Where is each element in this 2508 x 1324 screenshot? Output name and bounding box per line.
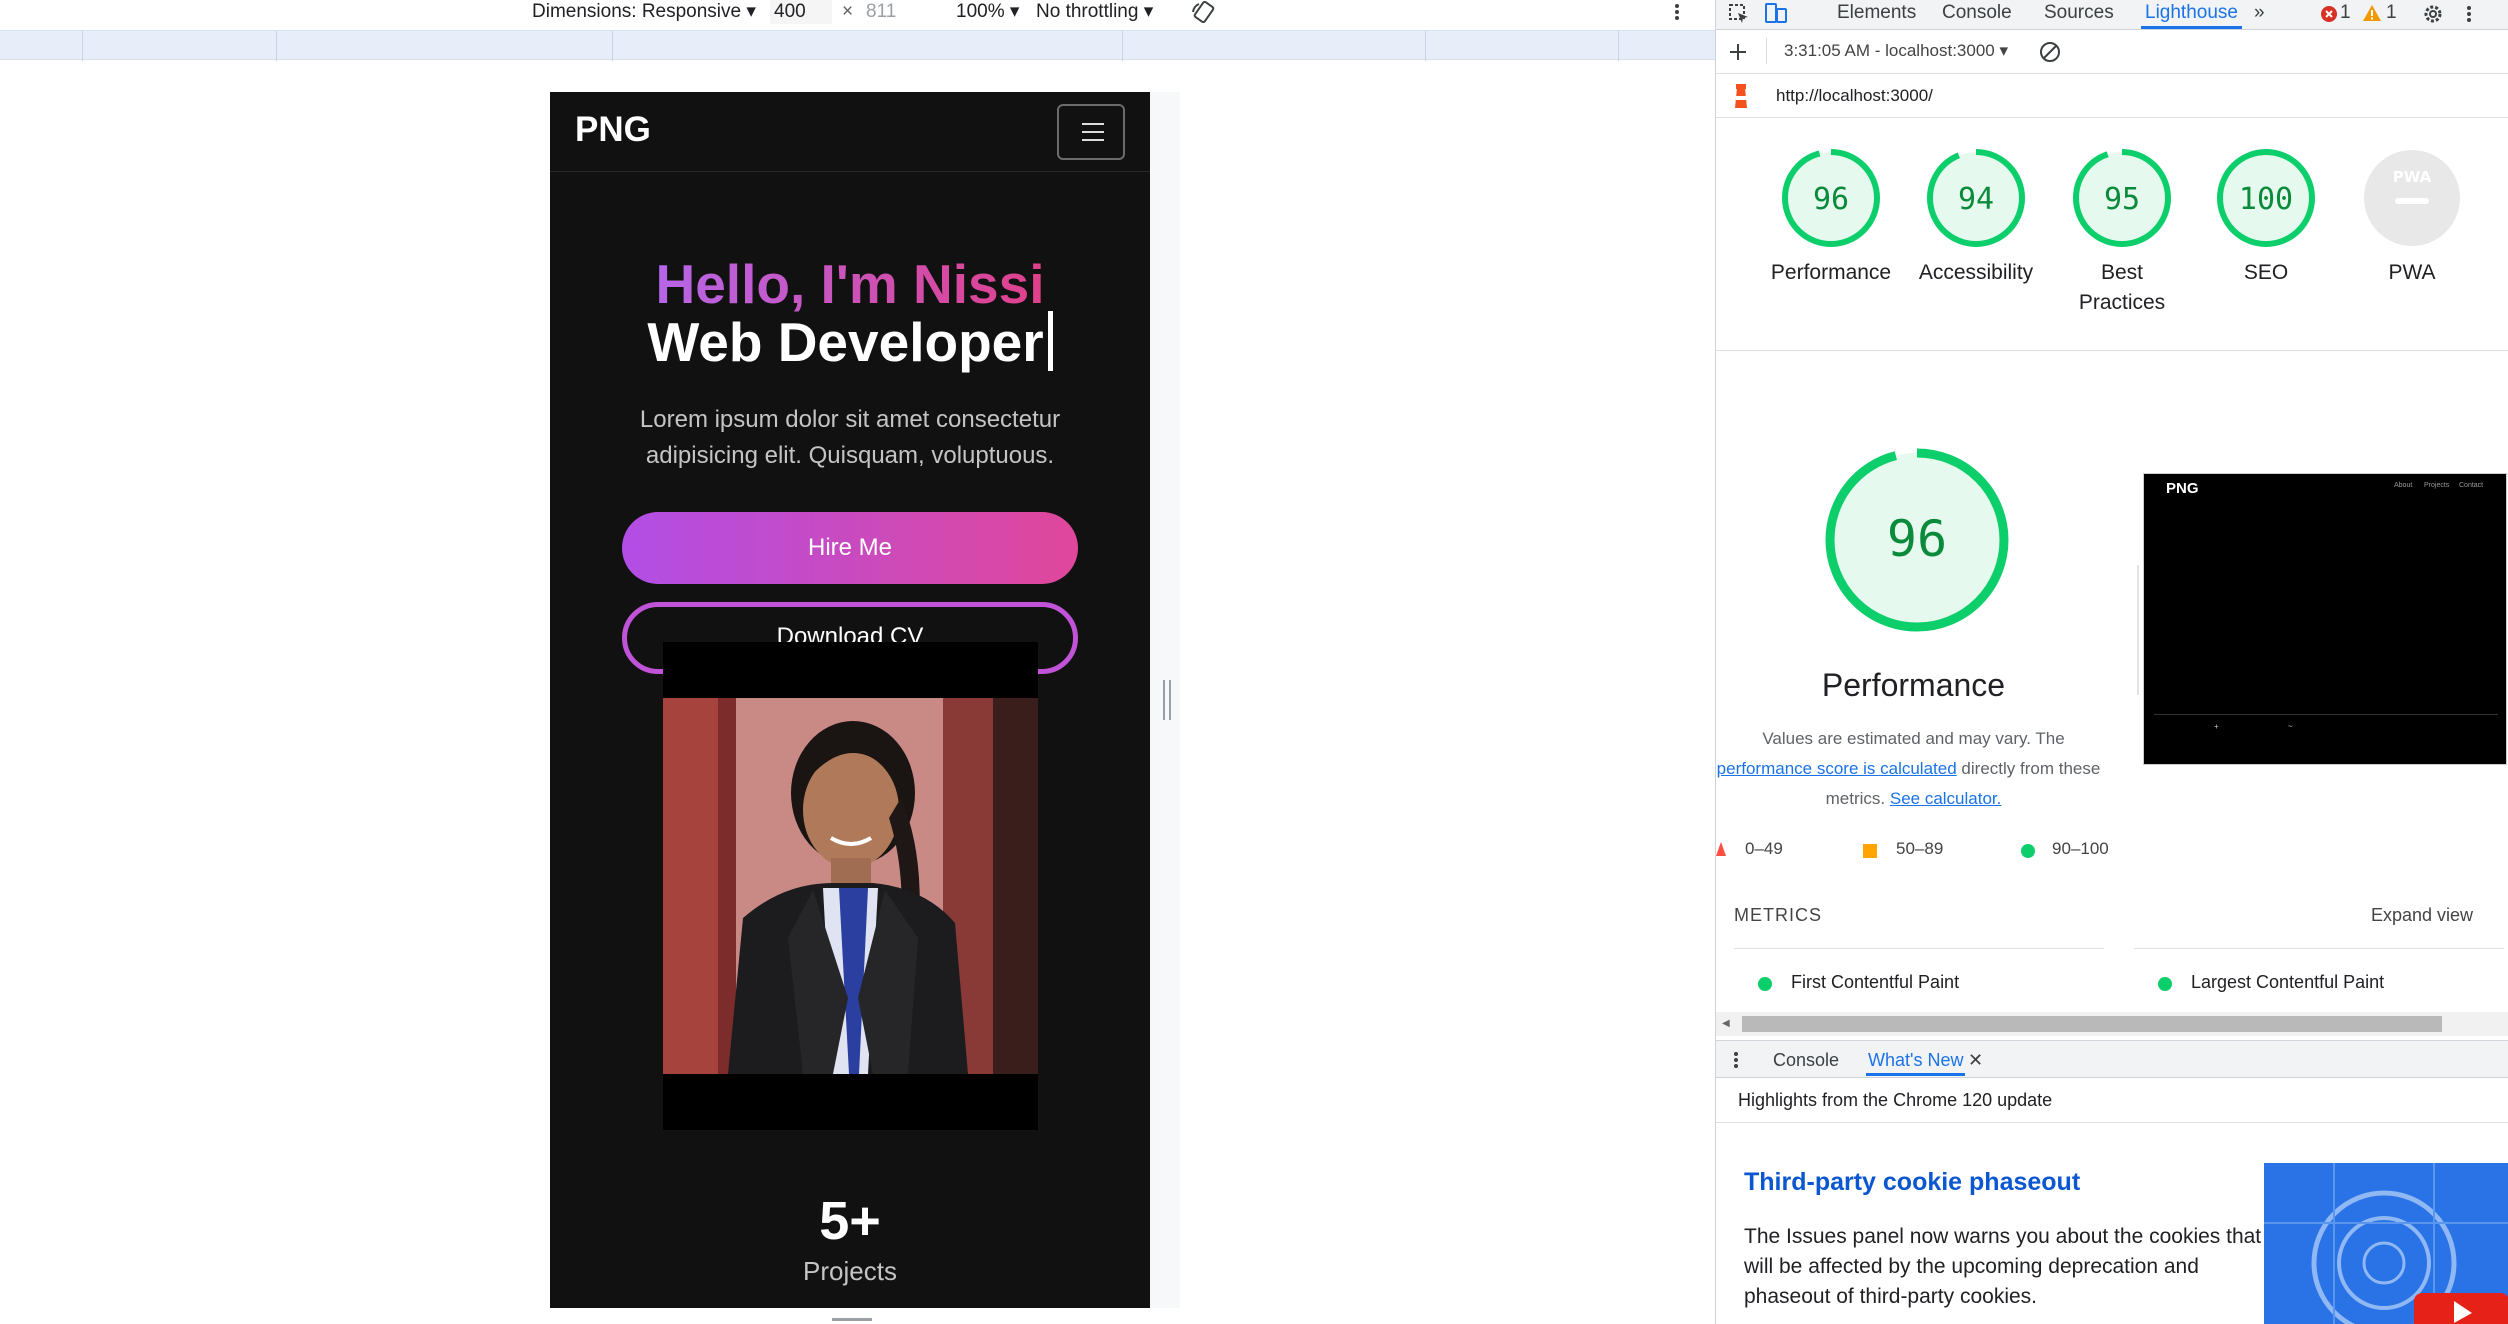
fail-triangle-icon bbox=[1716, 842, 1726, 856]
hero-role: Web Developer bbox=[550, 310, 1150, 374]
svg-text:94: 94 bbox=[1958, 182, 1994, 217]
error-count[interactable]: 1 bbox=[2340, 0, 2351, 26]
see-calculator-link[interactable]: See calculator. bbox=[1890, 789, 2002, 808]
device-toolbar-icon[interactable] bbox=[1764, 3, 1788, 25]
close-tab-icon[interactable]: ✕ bbox=[1968, 1047, 1983, 1073]
tab-console[interactable]: Console bbox=[1942, 0, 2012, 26]
gauge-label-seo: SEO bbox=[2243, 261, 2289, 284]
dimensions-select[interactable]: Dimensions: Responsive ▾ bbox=[532, 0, 756, 24]
more-tabs-icon[interactable]: » bbox=[2254, 0, 2265, 26]
expand-view-toggle[interactable]: Expand view bbox=[2371, 905, 2473, 926]
devtools-menu-icon[interactable] bbox=[2464, 4, 2474, 24]
svg-text:96: 96 bbox=[1887, 510, 1947, 568]
devtools-panel: Elements Console Sources Lighthouse » 1 … bbox=[1715, 0, 2508, 1324]
gauge-seo[interactable]: 100 bbox=[2216, 148, 2316, 248]
error-icon[interactable] bbox=[2320, 5, 2338, 23]
gauge-label-best-practices: Best Practices bbox=[2078, 261, 2166, 314]
drawer-tab-console[interactable]: Console bbox=[1773, 1047, 1839, 1073]
vertical-divider bbox=[2137, 565, 2139, 695]
hero-description: Lorem ipsum dolor sit amet consectetur a… bbox=[639, 406, 1061, 469]
throttling-select[interactable]: No throttling ▾ bbox=[1036, 0, 1153, 24]
gauge-performance[interactable]: 96 bbox=[1781, 148, 1881, 248]
new-report-icon[interactable] bbox=[1728, 42, 1748, 62]
rotate-icon[interactable] bbox=[1190, 0, 1218, 24]
performance-heading: Performance bbox=[1821, 667, 2006, 703]
site-brand[interactable]: PNG bbox=[575, 110, 651, 150]
best-practices-gauge-ring: 95 bbox=[2073, 149, 2171, 247]
profile-photo-frame bbox=[663, 642, 1038, 1130]
devtools-tabbar: Elements Console Sources Lighthouse » 1 … bbox=[1716, 0, 2508, 30]
average-square-icon bbox=[1863, 844, 1877, 858]
performance-large-gauge: 96 bbox=[1822, 445, 2012, 635]
tab-lighthouse[interactable]: Lighthouse bbox=[2141, 0, 2242, 29]
score-calculated-link[interactable]: performance score is calculated bbox=[1717, 759, 1957, 778]
site-navbar: PNG bbox=[550, 92, 1150, 172]
report-url-bar: http://localhost:3000/ bbox=[1716, 74, 2508, 118]
pass-circle-icon bbox=[2021, 844, 2035, 858]
tab-elements[interactable]: Elements bbox=[1837, 0, 1916, 26]
warning-icon[interactable] bbox=[2362, 4, 2382, 22]
typing-caret bbox=[1047, 311, 1053, 371]
svg-text:96: 96 bbox=[1813, 182, 1849, 217]
metric-fcp-label: First Contentful Paint bbox=[1791, 972, 1960, 992]
lighthouse-logo-icon bbox=[1735, 84, 1747, 108]
gauge-label-pwa: PWA bbox=[2388, 261, 2436, 284]
drawer-menu-icon[interactable] bbox=[1732, 1050, 1740, 1070]
svg-text:100: 100 bbox=[2239, 182, 2293, 217]
profile-photo bbox=[663, 698, 1038, 1074]
settings-gear-icon[interactable] bbox=[2422, 3, 2444, 25]
warning-count[interactable]: 1 bbox=[2386, 0, 2397, 26]
horizontal-scrollbar[interactable]: ◀ bbox=[1716, 1012, 2508, 1036]
device-mode-area: Dimensions: Responsive ▾ 400 × 811 100% … bbox=[0, 0, 1715, 1324]
tab-sources[interactable]: Sources bbox=[2044, 0, 2114, 26]
hero-greeting: Hello, I'm Nissi bbox=[655, 253, 1045, 315]
performance-note: Values are estimated and may vary. The p… bbox=[1716, 729, 2101, 808]
page-screenshot-thumbnail[interactable]: PNG About Projects Contact + ~ bbox=[2143, 473, 2507, 765]
news-body: The Issues panel now warns you about the… bbox=[1744, 1225, 2262, 1308]
gauge-pwa[interactable]: PWA bbox=[2362, 148, 2462, 248]
news-video-thumbnail[interactable] bbox=[2264, 1163, 2508, 1324]
device-toolbar: Dimensions: Responsive ▾ 400 × 811 100% … bbox=[0, 0, 1715, 24]
scrollbar-thumb[interactable] bbox=[1742, 1016, 2442, 1032]
more-options-icon[interactable] bbox=[1672, 2, 1682, 22]
metric-pass-icon bbox=[1758, 977, 1772, 991]
whats-new-highlights: Highlights from the Chrome 120 update bbox=[1738, 1090, 2053, 1110]
gauge-label-performance: Performance bbox=[1770, 261, 1892, 284]
performance-gauge-ring: 96 bbox=[1782, 149, 1880, 247]
width-input[interactable]: 400 bbox=[770, 0, 832, 24]
metrics-heading: METRICS bbox=[1734, 905, 1822, 925]
viewport-resize-handle[interactable] bbox=[1163, 680, 1171, 720]
svg-text:PWA: PWA bbox=[2393, 168, 2432, 186]
media-query-ruler[interactable] bbox=[0, 30, 1715, 61]
pwa-badge-icon: PWA bbox=[2364, 150, 2460, 246]
device-viewport: PNG Hello, I'm Nissi Web Developer Lorem… bbox=[550, 92, 1150, 1308]
bottom-resize-handle[interactable] bbox=[832, 1318, 872, 1321]
report-selector[interactable]: 3:31:05 AM - localhost:3000 ▾ bbox=[1784, 41, 2008, 61]
menu-toggle-button[interactable] bbox=[1057, 104, 1125, 160]
zoom-select[interactable]: 100% ▾ bbox=[956, 0, 1019, 24]
gauge-accessibility[interactable]: 94 bbox=[1926, 148, 2026, 248]
report-url[interactable]: http://localhost:3000/ bbox=[1776, 86, 1933, 106]
clear-reports-icon[interactable] bbox=[2038, 40, 2062, 64]
stat-projects-number: 5+ bbox=[819, 1191, 881, 1251]
drawer-tabbar: Console What's New ✕ bbox=[1716, 1040, 2508, 1078]
height-input[interactable]: 811 bbox=[862, 0, 928, 24]
section-divider bbox=[1716, 350, 2508, 351]
lighthouse-toolbar: 3:31:05 AM - localhost:3000 ▾ bbox=[1716, 30, 2508, 74]
score-legend: 0–49 50–89 90–100 bbox=[1716, 838, 2508, 862]
gauge-best-practices[interactable]: 95 bbox=[2072, 148, 2172, 248]
times-sign: × bbox=[842, 1, 854, 22]
news-title-link[interactable]: Third-party cookie phaseout bbox=[1744, 1168, 2080, 1197]
gauge-label-accessibility: Accessibility bbox=[1918, 261, 2034, 284]
inspect-element-icon[interactable] bbox=[1728, 3, 1750, 25]
drawer-tab-whats-new[interactable]: What's New bbox=[1866, 1047, 1966, 1076]
svg-text:95: 95 bbox=[2104, 182, 2140, 217]
hire-me-button[interactable]: Hire Me bbox=[622, 512, 1078, 584]
metric-pass-icon bbox=[2158, 977, 2172, 991]
stat-projects-label: Projects bbox=[803, 1256, 897, 1286]
metric-lcp-label: Largest Contentful Paint bbox=[2191, 972, 2385, 992]
accessibility-gauge-ring: 94 bbox=[1927, 149, 2025, 247]
seo-gauge-ring: 100 bbox=[2217, 149, 2315, 247]
